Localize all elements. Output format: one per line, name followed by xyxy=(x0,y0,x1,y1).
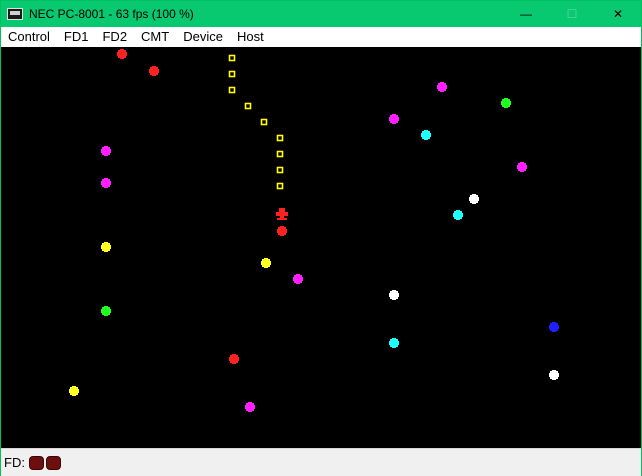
star-sprite xyxy=(389,338,399,348)
star-sprite xyxy=(501,98,511,108)
star-sprite xyxy=(549,322,559,332)
star-sprite xyxy=(229,354,239,364)
star-sprite xyxy=(453,210,463,220)
star-sprite xyxy=(117,49,127,59)
menu-cmt[interactable]: CMT xyxy=(134,27,176,47)
fd2-led xyxy=(45,455,61,470)
star-sprite xyxy=(517,162,527,172)
close-button[interactable]: ✕ xyxy=(595,1,641,27)
pc-monitor-icon[interactable] xyxy=(7,8,23,20)
star-sprite xyxy=(549,370,559,380)
trail-marker xyxy=(228,86,236,94)
game-canvas xyxy=(69,49,559,412)
star-sprite xyxy=(69,386,79,396)
star-sprite xyxy=(421,130,431,140)
star-sprite xyxy=(101,146,111,156)
trail-marker xyxy=(276,166,284,174)
close-icon: ✕ xyxy=(612,7,624,21)
fd1-led xyxy=(28,455,44,470)
trail-marker xyxy=(276,150,284,158)
star-sprite xyxy=(389,114,399,124)
menu-device[interactable]: Device xyxy=(176,27,230,47)
status-bar: FD: xyxy=(1,448,641,476)
menu-control[interactable]: Control xyxy=(1,27,57,47)
trail-marker xyxy=(228,70,236,78)
menu-fd2[interactable]: FD2 xyxy=(95,27,134,47)
emulator-window: NEC PC-8001 - 63 fps (100 %) — ☐ ✕ Contr… xyxy=(0,0,642,476)
menu-host[interactable]: Host xyxy=(230,27,271,47)
title-bar[interactable]: NEC PC-8001 - 63 fps (100 %) — ☐ ✕ xyxy=(1,1,641,27)
menu-bar: Control FD1 FD2 CMT Device Host xyxy=(1,27,641,47)
maximize-button[interactable]: ☐ xyxy=(549,1,595,27)
menu-fd1[interactable]: FD1 xyxy=(57,27,96,47)
trail-marker xyxy=(276,134,284,142)
star-sprite xyxy=(245,402,255,412)
minimize-button[interactable]: — xyxy=(503,1,549,27)
trail-marker xyxy=(276,182,284,190)
star-sprite xyxy=(277,226,287,236)
trail-marker xyxy=(244,102,252,110)
star-sprite xyxy=(389,290,399,300)
star-sprite xyxy=(149,66,159,76)
star-sprite xyxy=(261,258,271,268)
star-sprite xyxy=(437,82,447,92)
star-sprite xyxy=(469,194,479,204)
maximize-icon: ☐ xyxy=(566,7,578,21)
star-sprite xyxy=(101,306,111,316)
star-sprite xyxy=(101,178,111,188)
player-ship-icon xyxy=(276,208,288,220)
fd-label: FD: xyxy=(4,455,25,470)
window-title: NEC PC-8001 - 63 fps (100 %) xyxy=(29,7,194,21)
emulator-screen[interactable] xyxy=(1,47,641,448)
minimize-icon: — xyxy=(520,7,532,21)
star-sprite xyxy=(101,242,111,252)
trail-marker xyxy=(228,54,236,62)
star-sprite xyxy=(293,274,303,284)
window-controls: — ☐ ✕ xyxy=(503,1,641,27)
trail-marker xyxy=(260,118,268,126)
